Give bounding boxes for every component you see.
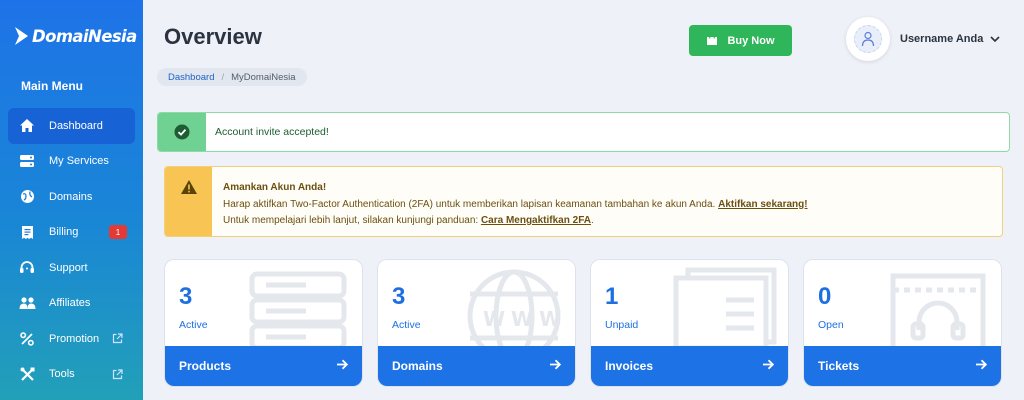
sidebar-item-label: Billing <box>49 226 79 239</box>
billing-count-badge: 1 <box>109 225 127 240</box>
sidebar-item-my-services[interactable]: My Services <box>8 144 135 180</box>
sidebar-item-label: Affiliates <box>49 297 91 310</box>
users-icon <box>18 294 36 312</box>
sidebar-item-support[interactable]: Support <box>8 250 135 286</box>
tickets-count: 0 <box>818 283 832 310</box>
user-icon <box>854 25 882 53</box>
warning-line1-text: Harap aktifkan Two-Factor Authentication… <box>223 198 716 210</box>
arrow-right-icon <box>975 357 988 375</box>
server-icon <box>18 152 36 170</box>
home-icon <box>18 117 36 135</box>
warning-alert-text: Amankan Akun Anda! Harap aktifkan Two-Fa… <box>212 167 808 236</box>
sidebar-item-label: Promotion <box>49 332 100 345</box>
percent-icon <box>18 330 36 348</box>
warning-alert-line1: Harap aktifkan Two-Factor Authentication… <box>223 197 808 214</box>
buy-now-label: Buy Now <box>727 34 775 47</box>
tickets-card-label: Tickets <box>818 359 860 373</box>
sidebar-item-billing[interactable]: Billing 1 <box>8 215 135 251</box>
page-title: Overview <box>164 24 262 49</box>
brand-name: DomaiNesia <box>32 26 137 46</box>
external-link-icon <box>112 333 123 344</box>
products-count: 3 <box>179 283 193 310</box>
breadcrumb-link-dashboard[interactable]: Dashboard <box>168 72 214 83</box>
invoices-card-label: Invoices <box>605 359 654 373</box>
breadcrumb: Dashboard / MyDomaiNesia <box>157 68 307 86</box>
success-check-icon <box>158 113 206 151</box>
chevron-down-icon <box>990 35 1000 43</box>
sidebar-item-label: My Services <box>49 155 109 168</box>
invoices-card-footer[interactable]: Invoices <box>591 346 788 386</box>
tickets-card[interactable]: 0 Open Tickets <box>803 259 1002 387</box>
invoices-count: 1 <box>605 283 619 310</box>
sidebar-item-label: Support <box>49 261 88 274</box>
success-alert: Account invite accepted! <box>157 112 1010 152</box>
products-card[interactable]: 3 Active Products <box>164 259 363 387</box>
tools-icon <box>18 365 36 383</box>
tickets-card-footer[interactable]: Tickets <box>804 346 1001 386</box>
username: Username Anda <box>900 33 984 45</box>
warning-alert-title: Amankan Akun Anda! <box>223 182 327 193</box>
activate-2fa-link[interactable]: Aktifkan sekarang! <box>718 199 807 210</box>
breadcrumb-separator: / <box>221 71 225 83</box>
warning-alert-line2: Untuk mempelajari lebih lanjut, silakan … <box>223 213 808 230</box>
user-menu[interactable]: Username Anda <box>846 17 1000 61</box>
warning-line2-text: Untuk mempelajari lebih lanjut, silakan … <box>223 215 479 226</box>
avatar <box>846 17 890 61</box>
menu-title: Main Menu <box>21 79 83 93</box>
invoices-status: Unpaid <box>605 319 639 331</box>
sidebar-item-label: Dashboard <box>49 119 103 132</box>
sidebar-item-dashboard[interactable]: Dashboard <box>8 108 135 144</box>
domains-card-label: Domains <box>392 359 443 373</box>
shopping-bag-icon <box>706 32 718 49</box>
globe-icon <box>18 188 36 206</box>
sidebar-item-domains[interactable]: Domains <box>8 179 135 215</box>
sidebar-menu: Dashboard My Services Domains Billing 1 <box>8 108 135 392</box>
domains-card-footer[interactable]: Domains <box>378 346 575 386</box>
arrow-right-icon <box>762 357 775 375</box>
sidebar-item-affiliates[interactable]: Affiliates <box>8 286 135 322</box>
breadcrumb-current: MyDomaiNesia <box>231 71 296 83</box>
security-warning-alert: Amankan Akun Anda! Harap aktifkan Two-Fa… <box>164 166 1003 237</box>
products-card-label: Products <box>179 359 232 373</box>
sidebar-item-label: Domains <box>49 190 93 203</box>
arrow-right-icon <box>549 357 562 375</box>
brand-mark-icon <box>15 27 28 45</box>
brand-logo[interactable]: DomaiNesia <box>14 26 137 46</box>
products-card-footer[interactable]: Products <box>165 346 362 386</box>
receipt-icon <box>18 223 36 241</box>
domains-count: 3 <box>392 283 406 310</box>
invoices-card[interactable]: 1 Unpaid Invoices <box>590 259 789 387</box>
arrow-right-icon <box>336 357 349 375</box>
buy-now-button[interactable]: Buy Now <box>689 25 792 56</box>
tickets-status: Open <box>818 319 844 331</box>
products-status: Active <box>179 319 208 331</box>
success-alert-message: Account invite accepted! <box>215 126 329 138</box>
svg-text:WWW: WWW <box>483 307 567 331</box>
2fa-guide-link[interactable]: Cara Mengaktifkan 2FA <box>481 215 591 226</box>
sidebar-item-label: Tools <box>49 368 75 381</box>
sidebar-item-promotion[interactable]: Promotion <box>8 321 135 357</box>
sidebar: DomaiNesia Main Menu Dashboard My Servic… <box>0 0 143 400</box>
sidebar-item-tools[interactable]: Tools <box>8 357 135 393</box>
warning-triangle-icon <box>165 167 212 236</box>
warning-line2-end: . <box>590 215 594 226</box>
external-link-icon <box>112 369 123 380</box>
headset-icon <box>18 259 36 277</box>
domains-status: Active <box>392 319 421 331</box>
domains-card[interactable]: WWW 3 Active Domains <box>377 259 576 387</box>
